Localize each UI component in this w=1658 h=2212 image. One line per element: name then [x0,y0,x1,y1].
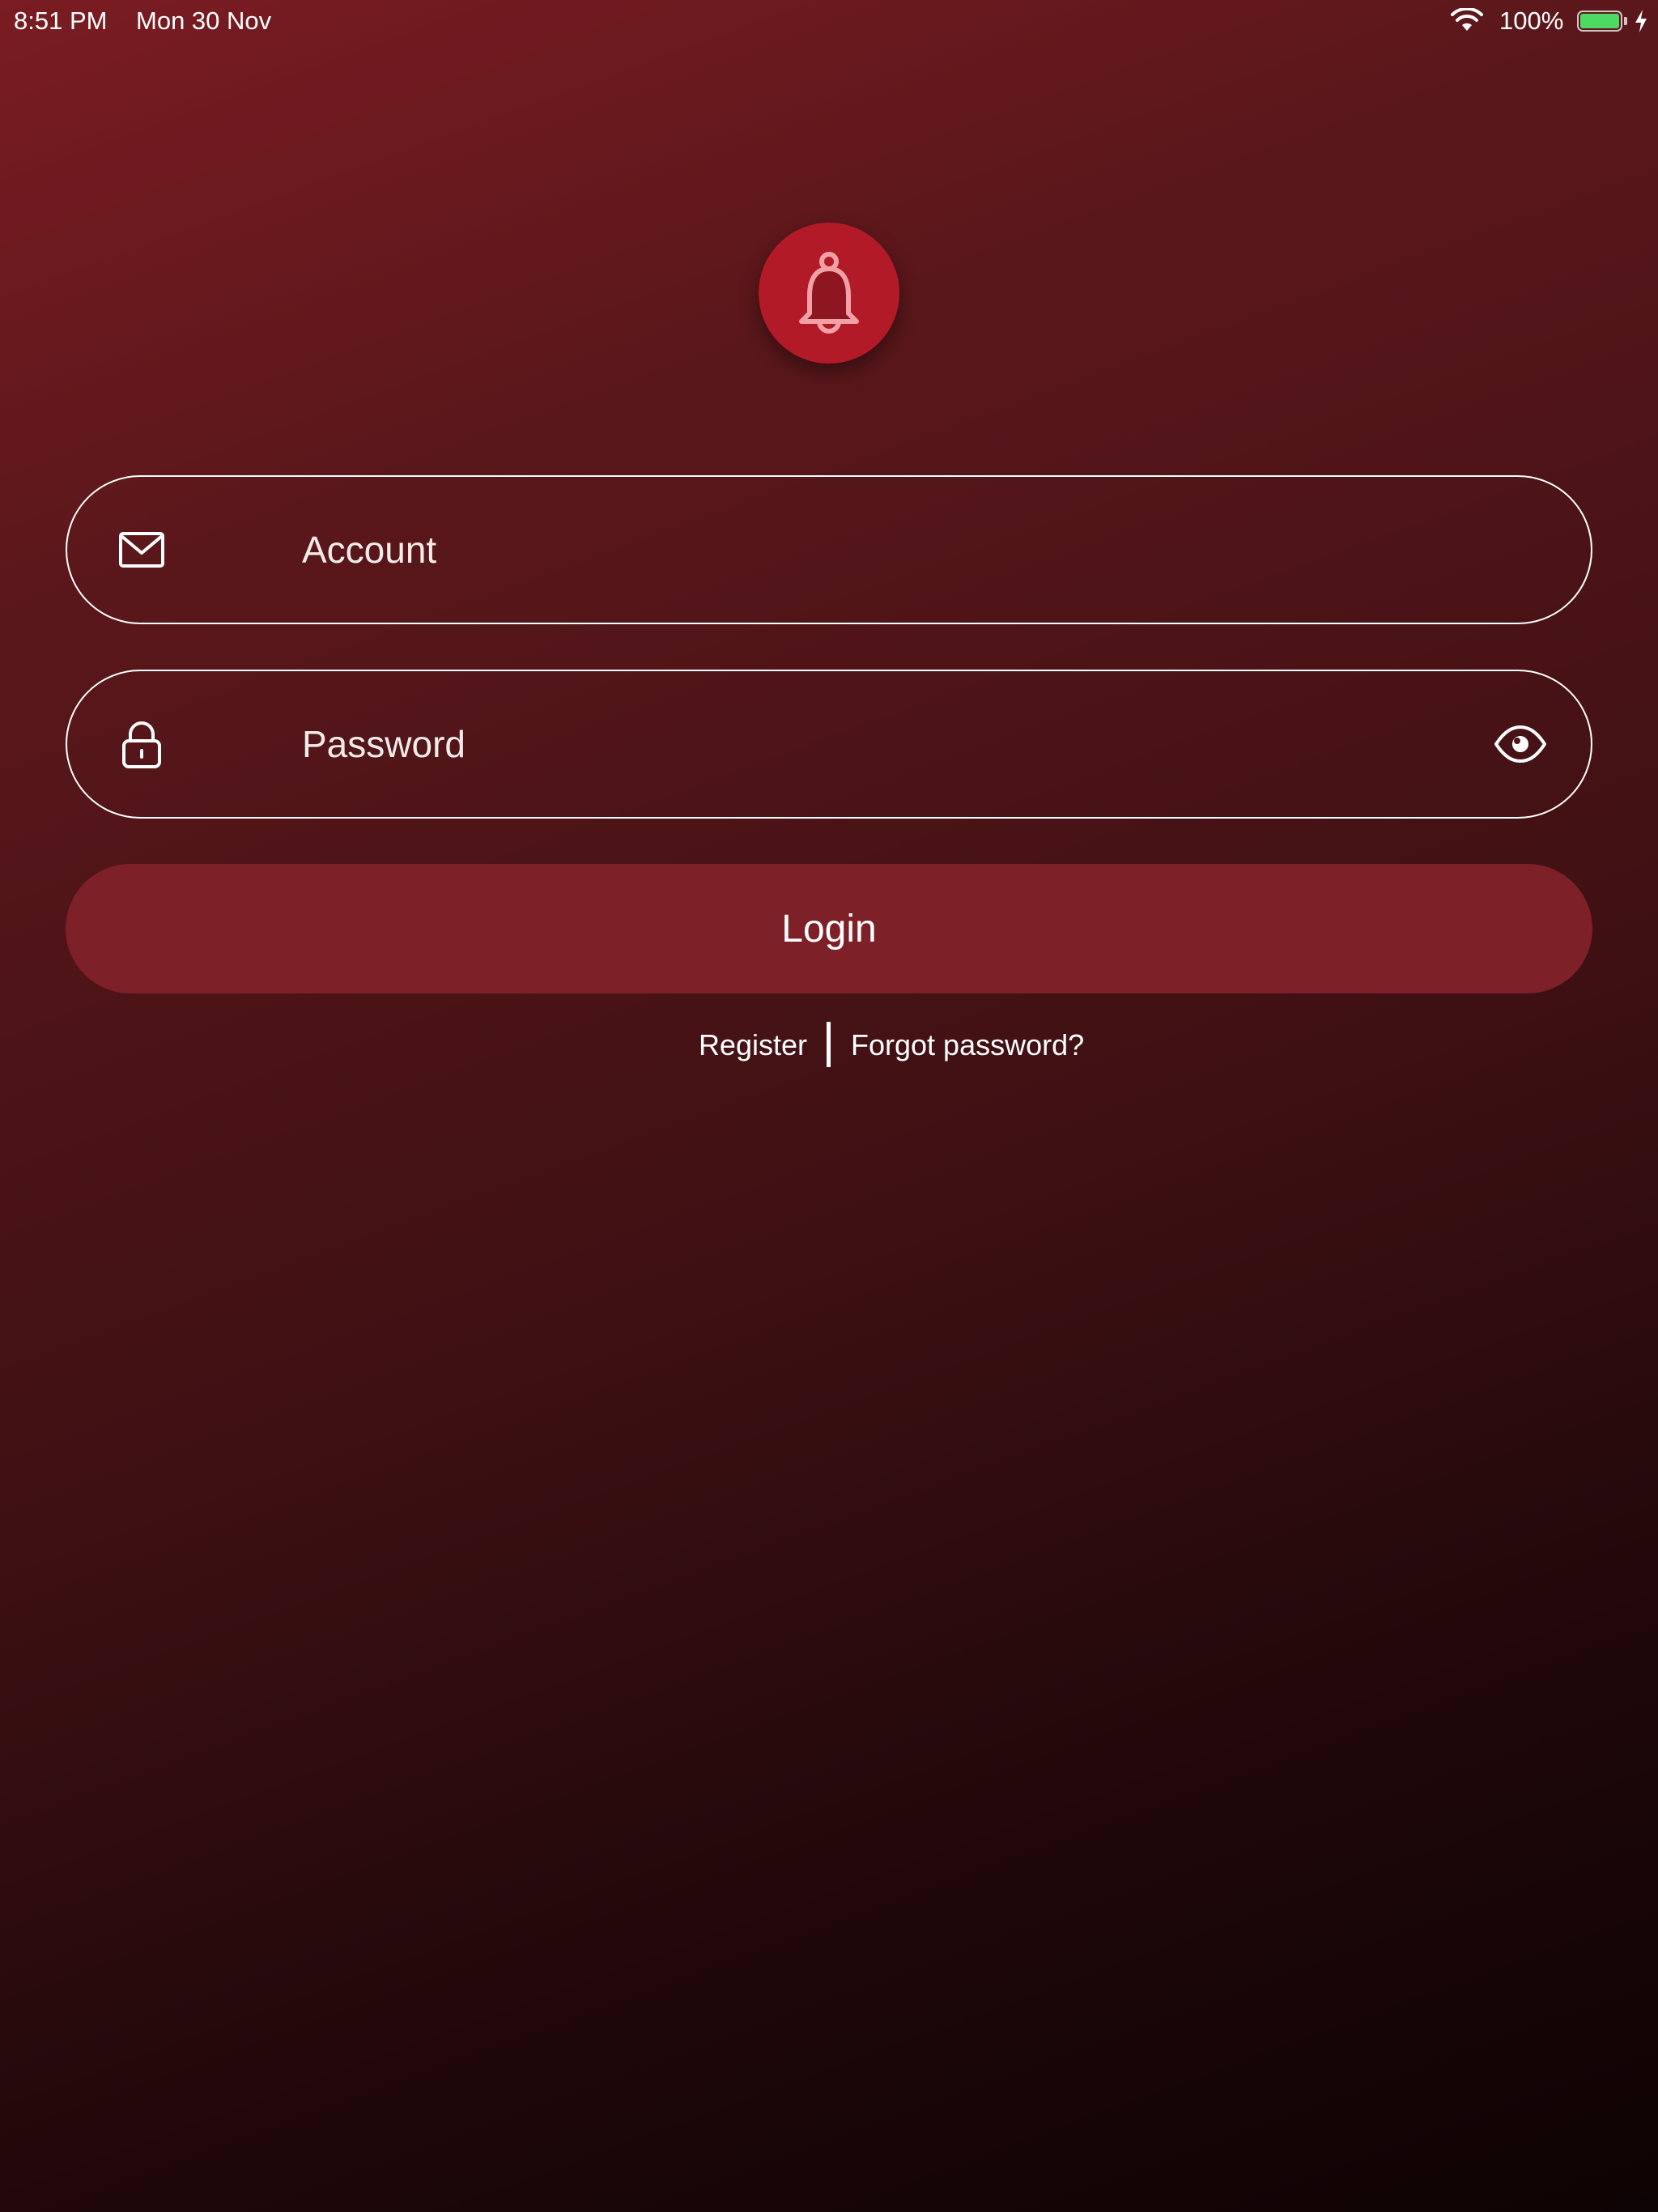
register-link[interactable]: Register [699,1028,807,1062]
bell-icon [799,252,859,334]
app-logo [759,223,899,364]
account-field[interactable]: Account [66,475,1592,624]
mail-icon [119,532,164,568]
account-placeholder: Account [302,529,437,571]
eye-icon[interactable] [1494,724,1547,764]
password-placeholder: Password [302,723,466,765]
status-time: 8:51 PM [14,6,108,35]
status-date: Mon 30 Nov [136,6,272,35]
battery-level [1580,14,1619,28]
wifi-icon [1451,8,1483,31]
forgot-password-link[interactable]: Forgot password? [851,1028,1084,1062]
charging-bolt-icon [1635,10,1647,32]
battery-icon [1577,11,1622,32]
battery-percent: 100% [1499,6,1564,35]
status-bar: 8:51 PM Mon 30 Nov 100% [0,0,1658,44]
battery-tip [1624,17,1627,25]
auth-links: Register Forgot password? [0,1022,1658,1070]
login-button[interactable]: Login [66,864,1592,993]
links-divider [827,1022,831,1067]
password-field[interactable]: Password [66,670,1592,819]
lock-icon [122,721,161,768]
